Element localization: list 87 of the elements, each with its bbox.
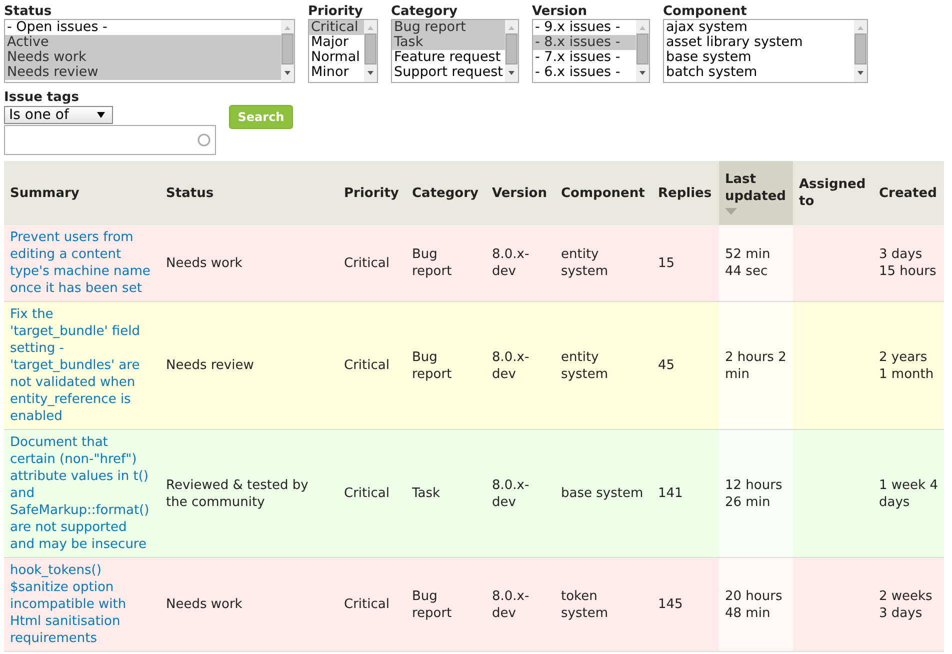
table-cell: 45: [658, 357, 675, 374]
scrollbar[interactable]: [281, 20, 294, 82]
table-cell: 145: [658, 596, 683, 613]
filter-label: Status: [4, 4, 53, 19]
list-option[interactable]: - 6.x issues -: [533, 65, 636, 80]
scrollbar[interactable]: [505, 20, 518, 82]
list-option[interactable]: Needs work: [5, 50, 281, 65]
filter-label: Component: [663, 4, 748, 19]
scrollbar[interactable]: [364, 20, 377, 82]
list-option[interactable]: Feature request: [392, 50, 505, 65]
table-cell-text: Reviewed & tested by the community: [166, 476, 310, 510]
scrollbar[interactable]: [854, 20, 867, 82]
issue-link[interactable]: Document that certain (non-"href") attribute values in t() and SafeMarkup::format() are not supported and may be insecure: [10, 434, 154, 553]
list-option[interactable]: asset library system: [664, 35, 854, 50]
list-option[interactable]: - Open issues -: [5, 20, 281, 35]
table-cell-text: 3 days 15 hours: [879, 246, 938, 280]
issue-link[interactable]: hook_tokens() $sanitize option incompatible with Html sanitisation requirements: [10, 562, 154, 647]
issue-link[interactable]: Prevent users from editing a content type's machine name once it has been set: [10, 229, 154, 297]
column-header[interactable]: Assigned to: [793, 161, 873, 225]
list-option[interactable]: base system: [664, 50, 854, 65]
table-cell: Needs work: [166, 254, 242, 272]
table-cell-text: 8.0.x-dev: [492, 348, 530, 382]
list-box[interactable]: ajax system asset library system base system batch system: [663, 19, 868, 83]
table-cell: Needs review: [166, 357, 254, 374]
table-cell: Task: [412, 485, 440, 502]
table-cell-text: 20 hours 48 min: [725, 588, 784, 622]
column-header[interactable]: Component: [555, 161, 652, 225]
list-option[interactable]: Support request: [392, 65, 505, 80]
table-cell-text: Bug report: [412, 246, 453, 280]
list-option[interactable]: batch system: [664, 65, 854, 80]
table-cell: 141: [658, 485, 683, 502]
list-option[interactable]: - 9.x issues -: [533, 20, 636, 35]
table-cell: 2 hours 2 min: [725, 348, 787, 382]
table-cell-text: 12 hours 26 min: [725, 476, 784, 510]
column-header[interactable]: Summary: [4, 161, 160, 225]
table-cell: Critical: [344, 596, 390, 613]
filter-label: Version: [532, 4, 588, 19]
table-cell-text: 2 years 1 month: [879, 348, 935, 382]
table-cell: base system: [561, 485, 644, 502]
column-header[interactable]: Status: [160, 161, 338, 225]
list-box[interactable]: Bug report Task Feature request Support request: [391, 19, 519, 83]
spinner-icon: [197, 133, 211, 147]
list-option[interactable]: - 8.x issues -: [533, 35, 636, 50]
table-cell-text: 8.0.x-dev: [492, 246, 530, 280]
list-box[interactable]: - 9.x issues - - 8.x issues - - 7.x issues - - 6.x issues -: [532, 19, 650, 83]
list-option[interactable]: - 7.x issues -: [533, 50, 636, 65]
table-cell-text: Bug report: [412, 588, 453, 622]
column-header[interactable]: Priority: [338, 161, 406, 225]
table-cell: Critical: [344, 357, 390, 374]
scrollbar[interactable]: [636, 20, 649, 82]
filter-label: Category: [391, 4, 458, 19]
list-option[interactable]: Minor: [309, 65, 364, 80]
table-cell-text: token system: [561, 588, 609, 622]
table-cell-text: 8.0.x-dev: [492, 476, 530, 510]
list-box[interactable]: Critical Major Normal Minor: [308, 19, 378, 83]
list-option[interactable]: Critical: [309, 20, 364, 35]
list-option[interactable]: Normal: [309, 50, 364, 65]
table-cell-text: 2 weeks 3 days: [879, 588, 934, 622]
filter-label: Priority: [308, 4, 364, 19]
list-box[interactable]: - Open issues - Active Needs work Needs review: [4, 19, 295, 83]
table-cell: Critical: [344, 254, 390, 272]
list-option[interactable]: ajax system: [664, 20, 854, 35]
table-cell-text: Bug report: [412, 348, 453, 382]
list-option[interactable]: Needs review: [5, 65, 281, 80]
table-cell: 15: [658, 254, 675, 272]
list-option[interactable]: Active: [5, 35, 281, 50]
column-header[interactable]: Category: [406, 161, 486, 225]
caret-icon: [97, 112, 105, 118]
list-option[interactable]: Bug report: [392, 20, 505, 35]
table-cell: Needs work: [166, 596, 242, 613]
table-cell-text: 52 min 44 sec: [725, 246, 772, 280]
table-cell: Critical: [344, 485, 390, 502]
column-header[interactable]: Last updated: [719, 161, 793, 225]
table-cell-text: entity system: [561, 348, 609, 382]
table-cell-text: entity system: [561, 246, 609, 280]
list-option[interactable]: Task: [392, 35, 505, 50]
filter-label: Issue tags: [4, 90, 80, 105]
table-cell-text: 8.0.x-dev: [492, 588, 530, 622]
table-cell: 1 week 4 days: [879, 476, 938, 510]
column-header[interactable]: Version: [486, 161, 555, 225]
column-header[interactable]: Created: [873, 161, 944, 225]
operator-dropdown[interactable]: Is one of: [4, 106, 113, 124]
tags-input-field[interactable]: [4, 125, 216, 155]
sort-arrow-icon: [725, 208, 737, 215]
column-header[interactable]: Replies: [652, 161, 719, 225]
issue-link[interactable]: Fix the 'target_bundle' field setting - 'target_bundles' are not validated when entity_reference is enabled: [10, 306, 154, 425]
list-option[interactable]: Major: [309, 35, 364, 50]
